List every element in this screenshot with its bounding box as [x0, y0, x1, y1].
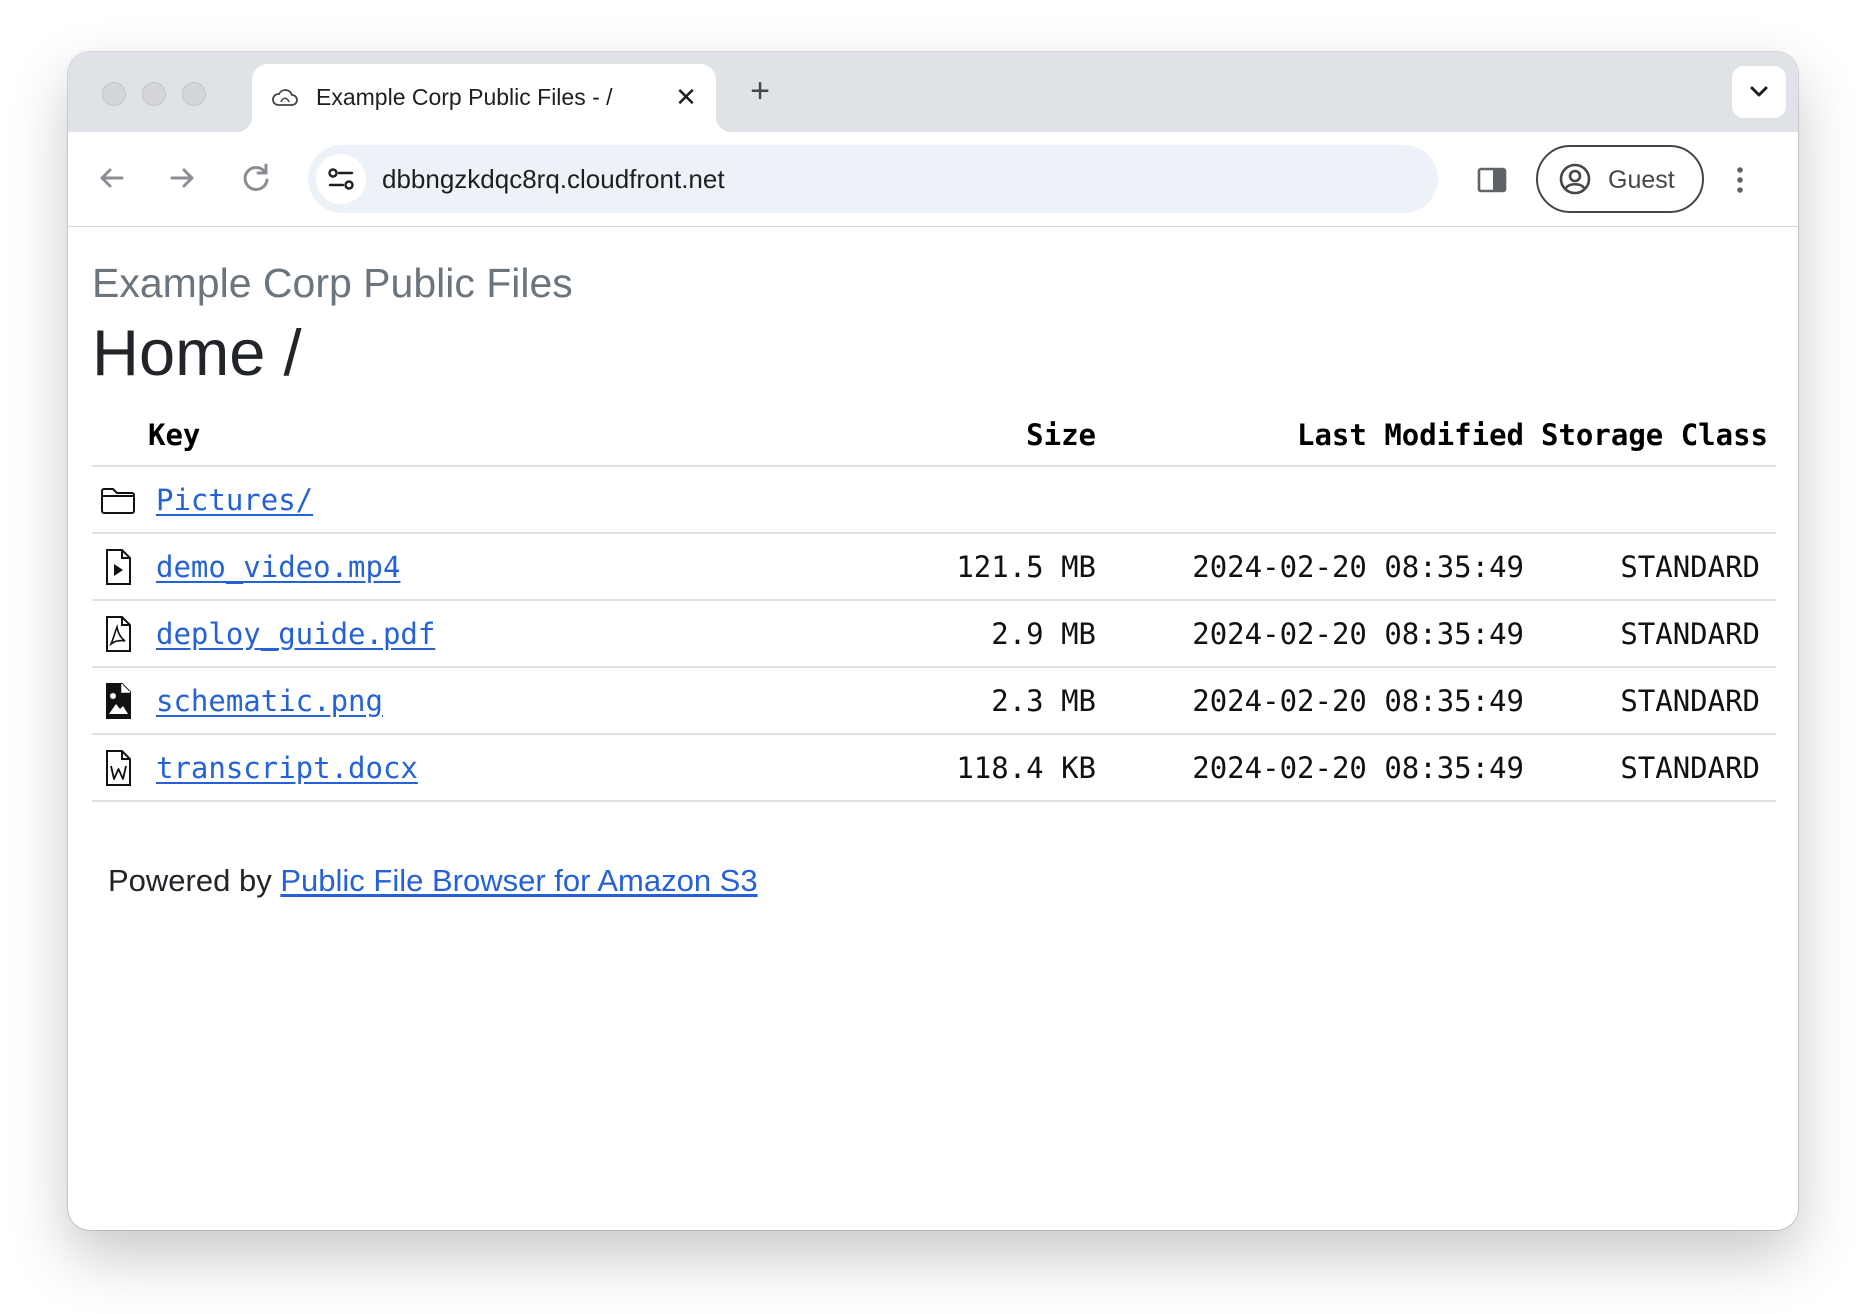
forward-arrow-icon[interactable]: [160, 156, 204, 200]
image-file-icon: [106, 682, 131, 719]
chevron-down-icon: [1750, 86, 1768, 97]
pdf-file-icon: [106, 615, 131, 652]
column-header-last-modified[interactable]: Last Modified: [1104, 405, 1532, 467]
back-arrow-icon[interactable]: [90, 156, 134, 200]
key-cell: demo_video.mp4: [92, 533, 856, 601]
storage-class-cell: STANDARD: [1532, 734, 1776, 802]
tab-search-button[interactable]: [1732, 66, 1786, 118]
size-cell: 118.4 KB: [856, 734, 1104, 802]
folder-icon: [101, 487, 135, 514]
modified-cell: 2024-02-20 08:35:49: [1104, 667, 1532, 735]
modified-cell: 2024-02-20 08:35:49: [1104, 533, 1532, 601]
table-header-row: Key Size Last Modified Storage Class: [92, 405, 1776, 467]
tab-close-icon[interactable]: ✕: [670, 81, 702, 113]
new-tab-button[interactable]: +: [742, 74, 778, 110]
reload-icon[interactable]: [234, 156, 278, 200]
profile-button[interactable]: Guest: [1536, 145, 1704, 213]
file-table: Key Size Last Modified Storage Class Pic…: [92, 405, 1776, 802]
key-cell: deploy_guide.pdf: [92, 600, 856, 668]
table-row: Pictures/: [92, 466, 1776, 534]
account-circle-icon: [1559, 163, 1591, 195]
storage-class-cell: STANDARD: [1532, 667, 1776, 735]
video-file-icon: [106, 548, 131, 585]
bucket-title: Example Corp Public Files: [92, 260, 573, 306]
column-header-storage-class[interactable]: Storage Class: [1532, 405, 1776, 467]
word-file-icon: [106, 749, 131, 786]
table-row: schematic.png 2.3 MB 2024-02-20 08:35:49…: [92, 667, 1776, 735]
site-info-button[interactable]: [316, 154, 366, 204]
tab-strip: Example Corp Public Files - / ✕ +: [68, 52, 1798, 132]
storage-class-cell: [1532, 466, 1776, 534]
file-link[interactable]: transcript.docx: [156, 751, 418, 785]
size-cell: [856, 466, 1104, 534]
storage-class-cell: STANDARD: [1532, 533, 1776, 601]
url-text[interactable]: dbbngzkdqc8rq.cloudfront.net: [382, 164, 725, 195]
key-cell: schematic.png: [92, 667, 856, 735]
footer: Powered by Public File Browser for Amazo…: [108, 863, 758, 899]
column-header-key[interactable]: Key: [92, 405, 856, 467]
page-title: Home /: [92, 316, 302, 389]
close-window-button[interactable]: [102, 82, 126, 106]
key-cell: transcript.docx: [92, 734, 856, 802]
tune-icon: [328, 168, 354, 190]
page-content: Example Corp Public Files Home / Key Siz…: [68, 227, 1798, 1230]
modified-cell: 2024-02-20 08:35:49: [1104, 600, 1532, 668]
side-panel-icon[interactable]: [1472, 160, 1512, 200]
storage-class-cell: STANDARD: [1532, 600, 1776, 668]
file-link[interactable]: schematic.png: [156, 684, 383, 718]
modified-cell: 2024-02-20 08:35:49: [1104, 734, 1532, 802]
more-vert-icon[interactable]: [1730, 160, 1750, 200]
modified-cell: [1104, 466, 1532, 534]
table-row: deploy_guide.pdf 2.9 MB 2024-02-20 08:35…: [92, 600, 1776, 668]
footer-link[interactable]: Public File Browser for Amazon S3: [280, 863, 757, 898]
size-cell: 121.5 MB: [856, 533, 1104, 601]
address-bar[interactable]: dbbngzkdqc8rq.cloudfront.net: [308, 145, 1438, 213]
browser-toolbar: dbbngzkdqc8rq.cloudfront.net Guest: [68, 132, 1798, 227]
column-header-size[interactable]: Size: [856, 405, 1104, 467]
table-row: demo_video.mp4 121.5 MB 2024-02-20 08:35…: [92, 533, 1776, 601]
tab-title: Example Corp Public Files - /: [316, 84, 613, 110]
file-link[interactable]: deploy_guide.pdf: [156, 617, 435, 651]
key-cell: Pictures/: [92, 466, 856, 534]
minimize-window-button[interactable]: [142, 82, 166, 106]
table-row: transcript.docx 118.4 KB 2024-02-20 08:3…: [92, 734, 1776, 802]
file-link[interactable]: demo_video.mp4: [156, 550, 400, 584]
cloud-favicon-icon: [272, 89, 298, 106]
size-cell: 2.9 MB: [856, 600, 1104, 668]
profile-label: Guest: [1608, 166, 1675, 194]
active-tab[interactable]: Example Corp Public Files - / ✕: [236, 64, 732, 132]
file-link[interactable]: Pictures/: [156, 483, 313, 517]
browser-window: Example Corp Public Files - / ✕ + dbbngz…: [68, 52, 1798, 1230]
footer-prefix: Powered by: [108, 863, 272, 898]
size-cell: 2.3 MB: [856, 667, 1104, 735]
zoom-window-button[interactable]: [182, 82, 206, 106]
